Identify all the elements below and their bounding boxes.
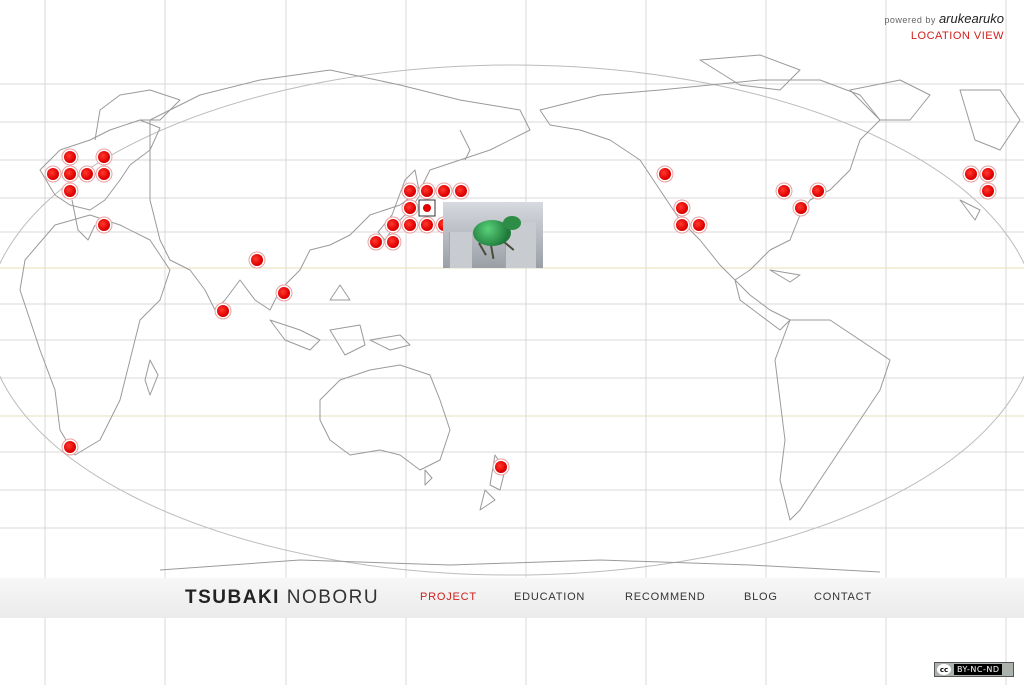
location-marker[interactable] (278, 287, 290, 299)
cc-license-badge[interactable]: cc BY-NC-ND (934, 662, 1014, 677)
nav-blog[interactable]: BLOG (744, 591, 778, 603)
location-marker[interactable] (81, 168, 93, 180)
nav-education[interactable]: EDUCATION (514, 591, 585, 603)
bug-leg (490, 244, 495, 259)
building-shape (449, 232, 472, 268)
location-marker[interactable] (217, 305, 229, 317)
location-marker[interactable] (659, 168, 671, 180)
location-marker[interactable] (404, 185, 416, 197)
location-marker[interactable] (965, 168, 977, 180)
location-marker[interactable] (795, 202, 807, 214)
powered-by-label: powered by arukearuko (884, 11, 1004, 26)
location-marker[interactable] (982, 185, 994, 197)
nav-contact[interactable]: CONTACT (814, 591, 872, 603)
location-marker[interactable] (387, 236, 399, 248)
location-marker[interactable] (455, 185, 467, 197)
nav-recommend[interactable]: RECOMMEND (625, 591, 706, 603)
continent-outlines (19, 54, 1021, 573)
location-marker[interactable] (98, 168, 110, 180)
location-marker[interactable] (64, 151, 76, 163)
location-marker[interactable] (421, 219, 433, 231)
location-marker[interactable] (421, 185, 433, 197)
bug-sculpture-head (503, 216, 521, 230)
nav-project[interactable]: PROJECT (420, 591, 477, 603)
project-thumbnail[interactable] (443, 202, 543, 268)
location-marker[interactable] (370, 236, 382, 248)
location-marker[interactable] (982, 168, 994, 180)
location-marker[interactable] (64, 185, 76, 197)
location-marker[interactable] (64, 168, 76, 180)
location-marker[interactable] (812, 185, 824, 197)
location-marker[interactable] (778, 185, 790, 197)
location-marker[interactable] (98, 219, 110, 231)
header-right: powered by arukearuko LOCATION VIEW (884, 10, 1004, 42)
location-marker[interactable] (387, 219, 399, 231)
location-marker[interactable] (438, 185, 450, 197)
location-view-link[interactable]: LOCATION VIEW (884, 30, 1004, 42)
location-marker[interactable] (251, 254, 263, 266)
cc-icon: cc (937, 664, 951, 675)
location-marker[interactable] (693, 219, 705, 231)
location-marker[interactable] (64, 441, 76, 453)
location-marker[interactable] (404, 219, 416, 231)
arukearuko-logo[interactable]: arukearuko (939, 11, 1004, 26)
site-title[interactable]: TSUBAKI NOBORU (185, 587, 379, 609)
location-marker[interactable] (676, 219, 688, 231)
location-marker[interactable] (47, 168, 59, 180)
location-marker[interactable] (676, 202, 688, 214)
cc-license-terms: BY-NC-ND (954, 664, 1003, 675)
location-marker[interactable] (404, 202, 416, 214)
bottom-nav-bar: TSUBAKI NOBORU PROJECT EDUCATION RECOMME… (0, 578, 1024, 618)
location-marker[interactable] (495, 461, 507, 473)
selected-location-marker[interactable] (421, 202, 433, 214)
location-marker[interactable] (98, 151, 110, 163)
